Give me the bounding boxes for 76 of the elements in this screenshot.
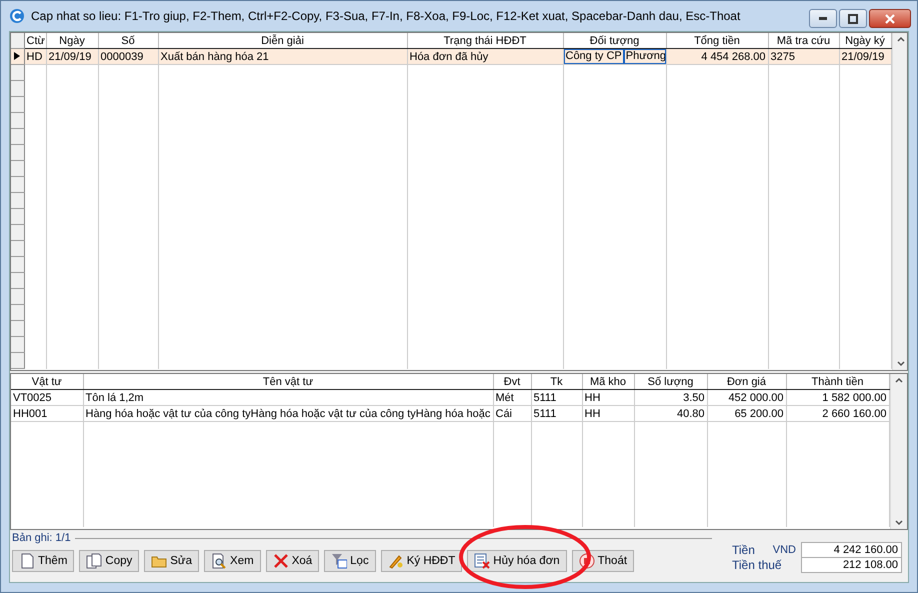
table-cell: 40.80 [634,406,707,422]
maximize-icon [848,14,858,24]
table-cell: 4 454 268.00 [666,48,768,64]
column-header[interactable]: Đối tượng [563,33,666,48]
window-title: Cap nhat so lieu: F1-Tro giup, F2-Them, Ctrl+F2-Copy, F3-Sua, F7-In, F8-Xoa, F9-Loc, F12-Ket xuat, Spacebar-Danh dau, Esc-Thoat [31,9,740,23]
table-cell: 5111 [531,406,582,422]
total-field[interactable]: 4 242 160.00 [801,542,902,558]
toolbar-button[interactable]: Lọc [324,550,376,572]
toolbar-button[interactable]: Sửa [144,550,200,572]
magnifier-icon [211,553,228,569]
total-label: Tiền [732,542,756,556]
column-header[interactable]: Thành tiền [786,374,889,390]
column-header[interactable]: Trạng thái HĐĐT [407,33,563,48]
documents-icon [86,553,102,569]
table-cell: 5111 [531,390,582,406]
column-header[interactable]: Ngày ký [839,33,891,48]
table-cell: Hàng hóa hoặc vật tư của công tyHàng hóa hoặc vật tư của công tyHàng hóa hoặc [83,406,493,422]
document-cross-icon [474,553,490,569]
table-cell: HH [582,390,634,406]
close-button[interactable] [869,9,911,28]
scrollbar[interactable] [892,33,907,370]
table-cell: Công ty CP [564,49,624,64]
column-header[interactable]: Ctừ [24,33,46,48]
column-header[interactable]: Tổng tiền [666,33,768,48]
record-counter: Bản ghi: 1/1 [12,532,71,544]
column-header[interactable]: Tên vật tư [83,374,493,390]
total-field[interactable]: 212 108.00 [801,556,902,572]
delete-icon [272,553,289,569]
table-cell: 452 000.00 [707,390,786,406]
total-label: Tiền thuế [732,558,782,572]
toolbar-button[interactable]: Hủy hóa đơn [467,550,567,572]
table-cell: 2 660 160.00 [786,406,889,422]
row-pointer-icon [14,52,20,60]
pen-key-icon [388,553,404,569]
table-cell: 21/09/19 [839,48,891,64]
table-cell: Cái [493,406,531,422]
currency-label: VND [772,544,796,556]
toolbar-button[interactable]: Xoá [266,550,320,572]
table-cell: 0000039 [98,48,158,64]
toolbar-button[interactable]: Xem [204,550,261,572]
toolbar-button[interactable]: Copy [79,550,140,572]
table-cell: 21/09/19 [46,48,98,64]
toolbar-button[interactable]: Thoát [572,550,634,572]
filter-icon [331,553,348,569]
table-cell: 3275 [768,48,839,64]
minimize-icon [819,17,827,20]
column-header[interactable]: Vật tư [11,374,83,390]
column-header[interactable]: Diễn giải [158,33,407,48]
table-cell: 1 582 000.00 [786,390,889,406]
toolbar-button[interactable]: Thêm [12,550,74,572]
column-header[interactable]: Số [98,33,158,48]
table-cell: 3.50 [634,390,707,406]
column-header[interactable]: Mã kho [582,374,634,390]
table-cell: HH001 [11,406,83,422]
maximize-button[interactable] [839,9,867,28]
column-header[interactable]: Số lượng [634,374,707,390]
table-cell: Tôn lá 1,2m [83,390,493,406]
minimize-button[interactable] [809,9,837,28]
column-header[interactable]: Ngày [46,33,98,48]
app-logo-icon [9,8,25,24]
toolbar-button[interactable]: Ký HĐĐT [380,550,462,572]
document-icon [19,553,35,569]
column-header[interactable]: Tk [531,374,582,390]
scrollbar[interactable] [890,374,907,529]
column-header[interactable]: Đơn giá [707,374,786,390]
column-header[interactable]: Đvt [493,374,531,390]
table-cell: Hóa đơn đã hủy [407,48,563,64]
table-cell: Phương [624,49,665,64]
table-cell: HH [582,406,634,422]
table-cell: 65 200.00 [707,406,786,422]
close-icon [884,14,896,24]
table-cell: Xuất bán hàng hóa 21 [158,48,407,64]
column-header[interactable]: Mã tra cứu [768,33,839,48]
stop-icon [578,553,595,569]
table-cell: Mét [493,390,531,406]
table-cell: VT0025 [11,390,83,406]
